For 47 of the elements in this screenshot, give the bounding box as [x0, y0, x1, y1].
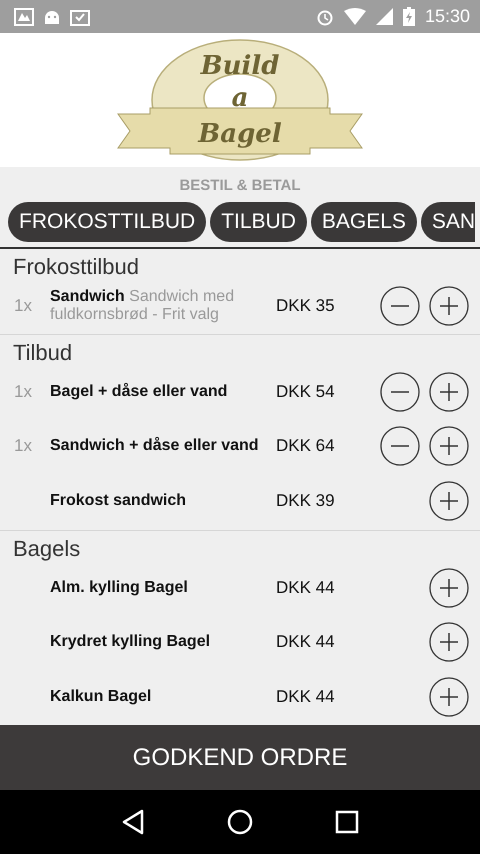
quantity-label: 1x: [14, 296, 33, 316]
category-tab[interactable]: TILBUD: [210, 202, 307, 242]
item-name: Sandwich + dåse eller vand: [50, 436, 260, 454]
item-price: DKK 54: [276, 382, 336, 402]
section-title: Tilbud: [12, 339, 74, 366]
plus-button[interactable]: [429, 676, 469, 716]
wifi-icon: [344, 8, 366, 25]
plus-button[interactable]: [429, 568, 469, 608]
clipboard-check-icon: [70, 8, 90, 26]
gallery-icon: [14, 8, 34, 26]
item-name: Alm. kylling Bagel: [50, 579, 189, 597]
signal-icon: [376, 8, 393, 25]
item-price: DKK 64: [276, 436, 336, 456]
clock-time: 15:30: [424, 6, 470, 27]
alarm-icon: [316, 8, 334, 26]
category-tab[interactable]: BAGELS: [310, 202, 417, 242]
minus-button[interactable]: [380, 286, 420, 326]
plus-button[interactable]: [429, 372, 469, 412]
item-name: Sandwich Sandwich med fuldkornsbrød - Frit valg: [50, 288, 236, 324]
quantity-label: 1x: [14, 382, 33, 402]
back-icon[interactable]: [121, 809, 145, 835]
android-icon: [44, 8, 60, 24]
category-tab[interactable]: FROKOSTTILBUD: [8, 202, 206, 242]
minus-button[interactable]: [380, 372, 420, 412]
item-price: DKK 44: [276, 686, 336, 706]
battery-icon: [402, 7, 415, 26]
plus-button[interactable]: [429, 286, 469, 326]
plus-button[interactable]: [429, 622, 469, 662]
item-name: Frokost sandwich: [50, 492, 188, 510]
plus-button[interactable]: [429, 480, 469, 520]
item-name: Krydret kylling Bagel: [50, 632, 212, 650]
page-subtitle: BESTIL & BETAL: [179, 177, 301, 194]
item-price: DKK 39: [276, 490, 336, 510]
item-name: Kalkun Bagel: [50, 688, 152, 706]
quantity-label: 1x: [14, 436, 33, 456]
plus-button[interactable]: [429, 426, 469, 466]
section-title: Bagels: [12, 535, 82, 562]
recents-icon[interactable]: [335, 810, 359, 834]
item-price: DKK 44: [276, 578, 336, 598]
item-price: DKK 44: [276, 632, 336, 652]
item-name: Bagel + dåse eller vand: [50, 383, 228, 401]
home-icon[interactable]: [227, 809, 253, 835]
confirm-order-button[interactable]: GODKEND ORDRE: [0, 725, 480, 790]
category-tab[interactable]: SAN: [420, 202, 476, 242]
minus-button[interactable]: [380, 426, 420, 466]
item-price: DKK 35: [276, 296, 336, 316]
section-title: Frokosttilbud: [12, 253, 140, 280]
